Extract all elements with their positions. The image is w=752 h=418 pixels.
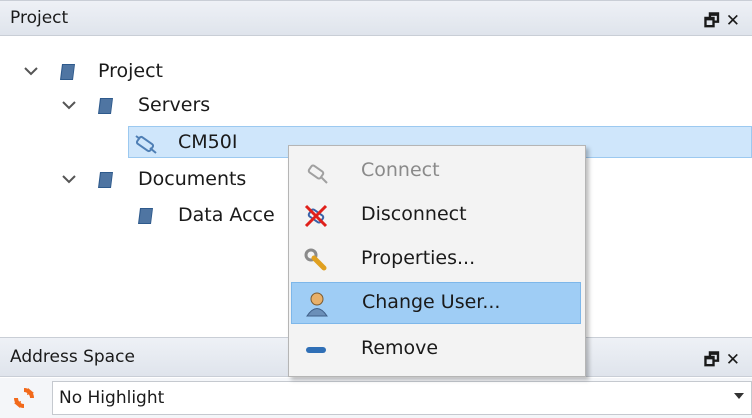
project-panel-controls[interactable]: 🗗✕: [704, 8, 746, 37]
float-icon[interactable]: 🗗: [704, 350, 726, 370]
disconnect-icon: [304, 204, 328, 228]
project-panel-header: Project 🗗✕: [0, 0, 752, 36]
tree-label-documents: Documents: [138, 168, 247, 190]
float-icon[interactable]: 🗗: [704, 11, 726, 31]
highlight-dropdown-value: No Highlight: [59, 388, 165, 408]
tree-label-servers: Servers: [138, 94, 211, 116]
folder-icon: [60, 64, 75, 80]
menu-item-change-user[interactable]: Change User...: [291, 282, 581, 324]
tree-label-cm50i: CM50I: [178, 131, 238, 153]
tree-label-project: Project: [98, 60, 164, 82]
menu-item-disconnect-label: Disconnect: [361, 203, 467, 225]
connect-icon: [307, 164, 328, 184]
address-space-toolbar: No Highlight: [0, 378, 752, 418]
user-icon: [306, 292, 328, 317]
close-icon[interactable]: ✕: [726, 11, 746, 31]
tree-node-data-access[interactable]: Data Acce: [0, 200, 290, 232]
folder-icon: [138, 208, 153, 224]
address-space-panel-title: Address Space: [10, 347, 135, 367]
project-panel-title: Project: [10, 8, 69, 28]
chevron-down-icon[interactable]: [22, 62, 40, 80]
menu-item-remove[interactable]: Remove: [291, 328, 581, 370]
close-icon[interactable]: ✕: [726, 350, 746, 370]
folder-icon: [98, 172, 113, 188]
menu-item-properties-label: Properties...: [361, 247, 476, 269]
menu-item-change-user-label: Change User...: [362, 291, 501, 313]
address-space-panel-controls[interactable]: 🗗✕: [704, 347, 746, 376]
dropdown-arrow-icon[interactable]: [733, 390, 745, 402]
highlight-dropdown[interactable]: No Highlight: [52, 381, 752, 415]
tree-node-servers[interactable]: Servers: [0, 90, 300, 122]
folder-icon: [98, 98, 113, 114]
server-plug-icon: [135, 135, 157, 154]
minus-icon: [306, 347, 326, 353]
tree-node-project[interactable]: Project: [0, 56, 300, 88]
refresh-icon[interactable]: [12, 387, 36, 409]
menu-item-connect-label: Connect: [361, 159, 440, 181]
tree-node-cm50i[interactable]: CM50I: [0, 127, 300, 159]
menu-item-properties[interactable]: Properties...: [291, 238, 581, 280]
wrench-icon: [304, 248, 327, 271]
menu-item-remove-label: Remove: [361, 337, 439, 359]
chevron-down-icon[interactable]: [60, 170, 78, 188]
menu-item-connect[interactable]: Connect: [291, 150, 581, 192]
chevron-down-icon[interactable]: [60, 96, 78, 114]
tree-node-documents[interactable]: Documents: [0, 164, 300, 196]
tree-label-data-access: Data Acce: [178, 204, 275, 226]
menu-item-disconnect[interactable]: Disconnect: [291, 194, 581, 236]
context-menu: Connect Disconnect Properties... Change …: [288, 145, 586, 377]
